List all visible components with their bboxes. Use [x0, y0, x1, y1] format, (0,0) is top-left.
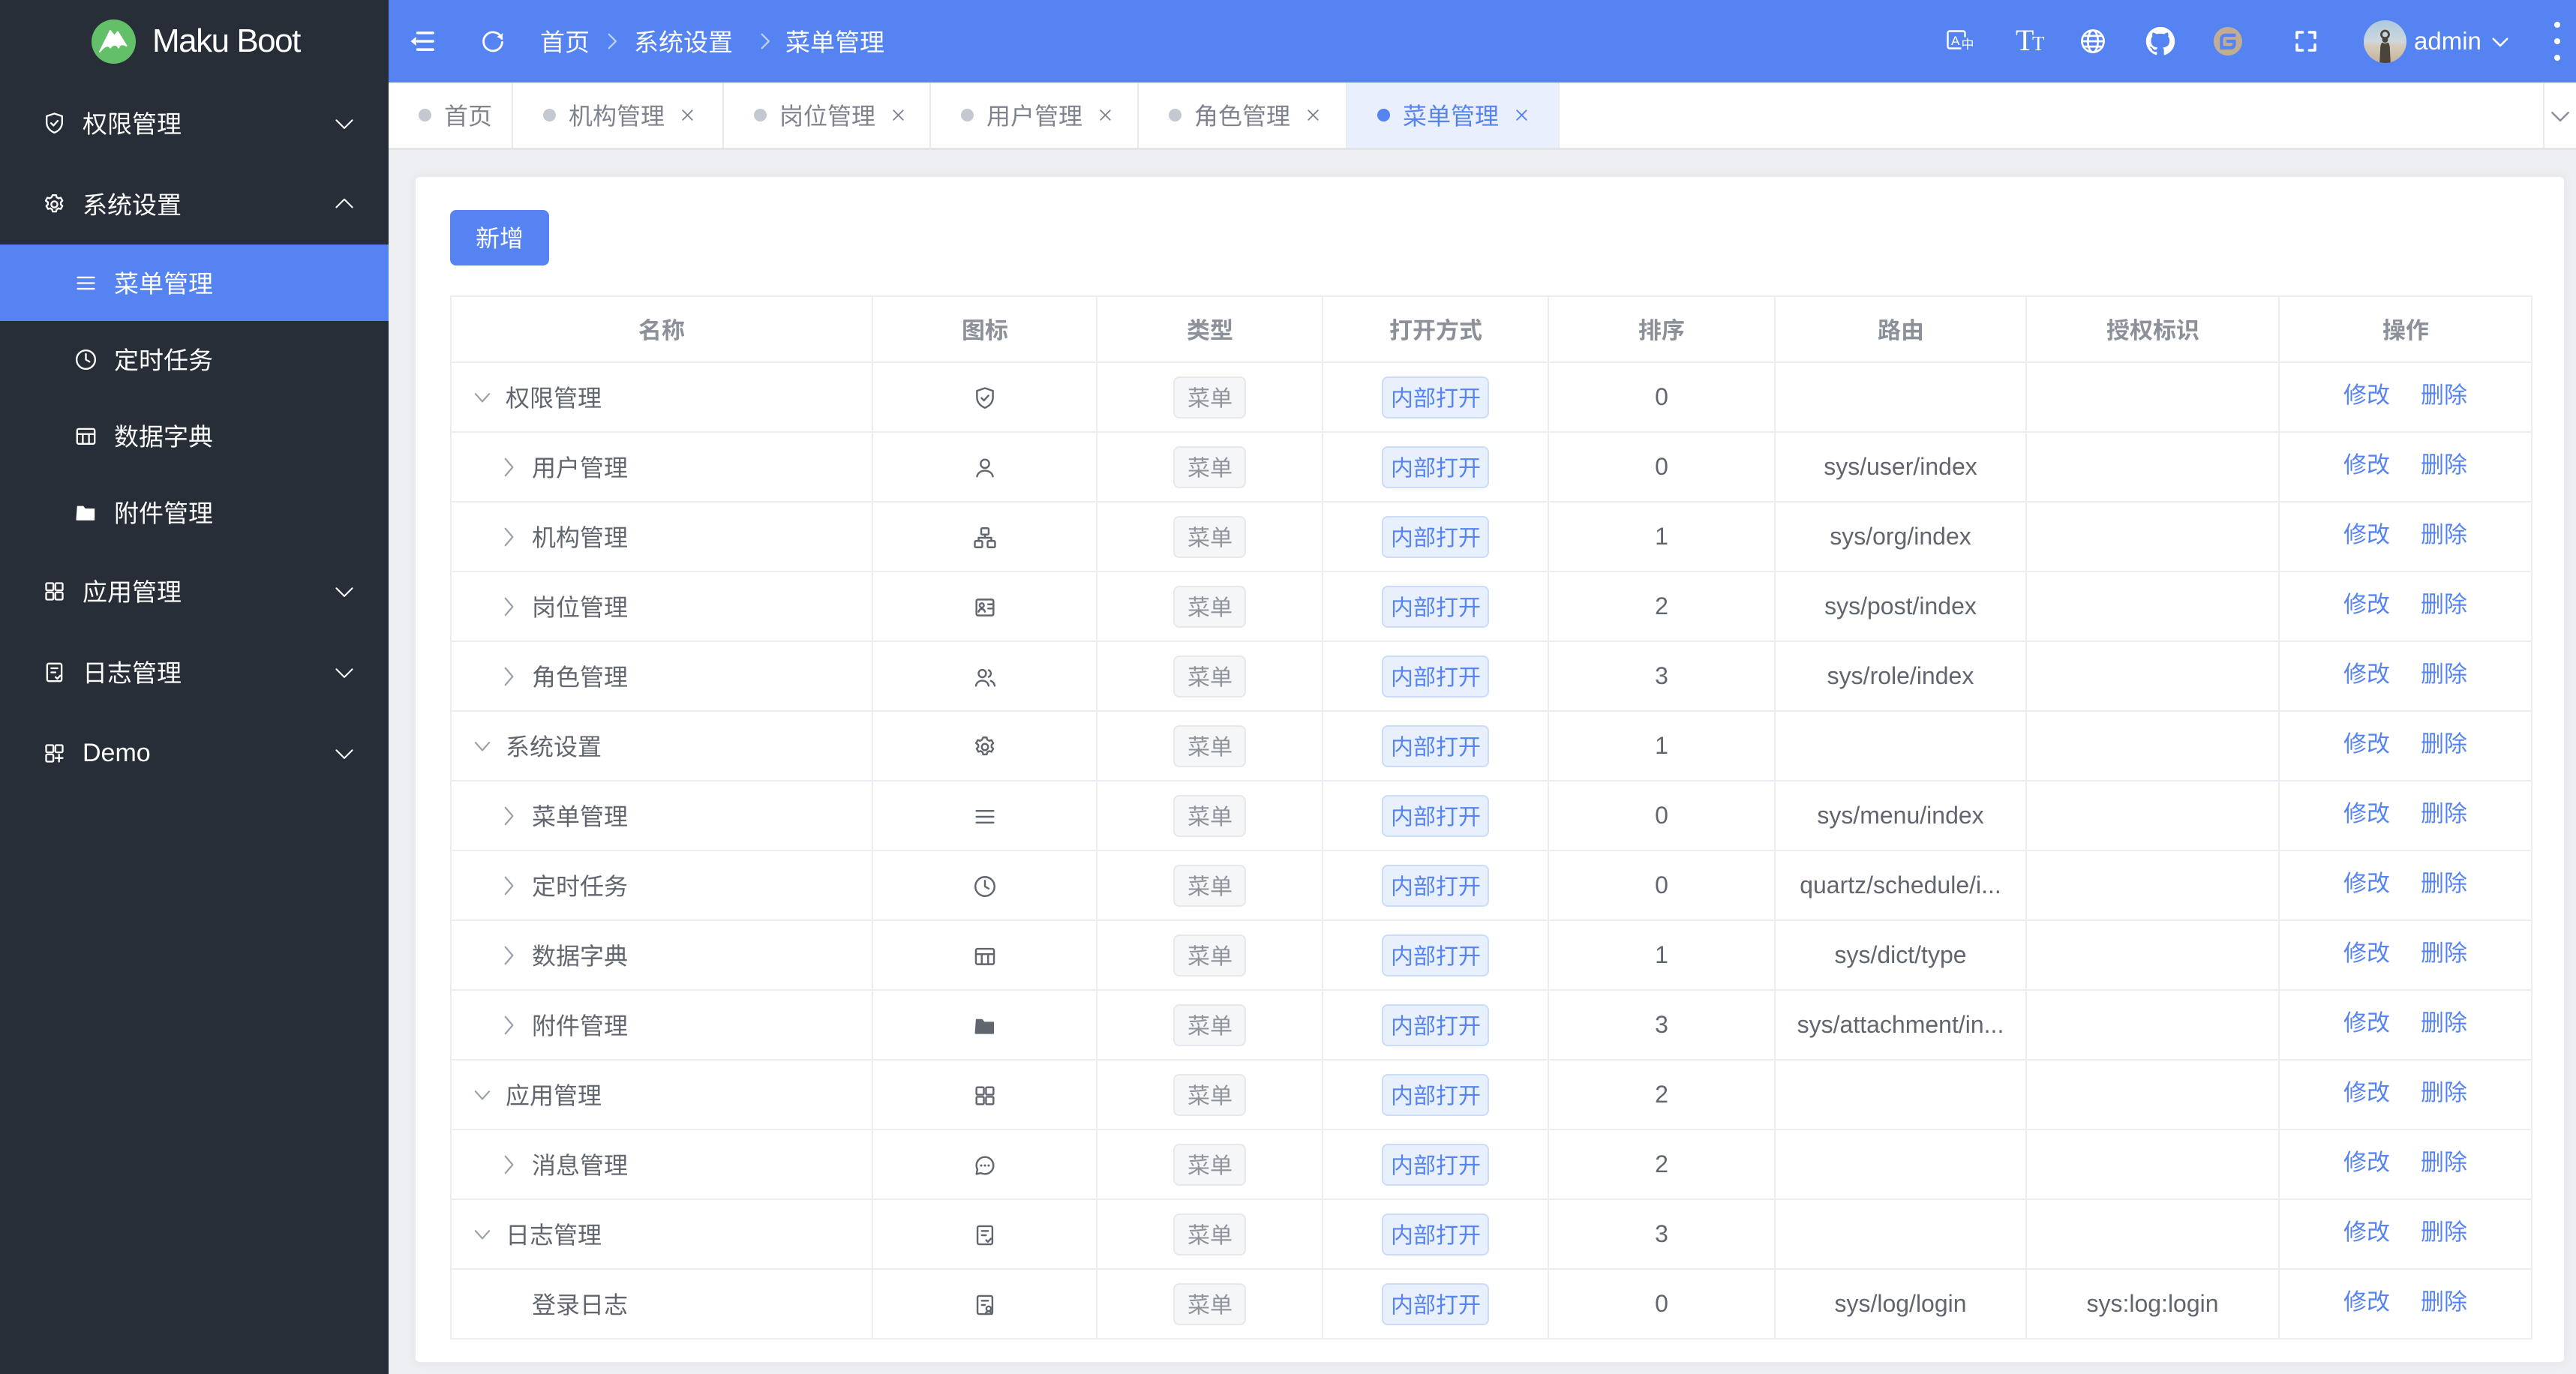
- svg-text:A: A: [1951, 34, 1960, 48]
- svg-text:T: T: [2032, 32, 2045, 55]
- svg-text:T: T: [2016, 26, 2034, 56]
